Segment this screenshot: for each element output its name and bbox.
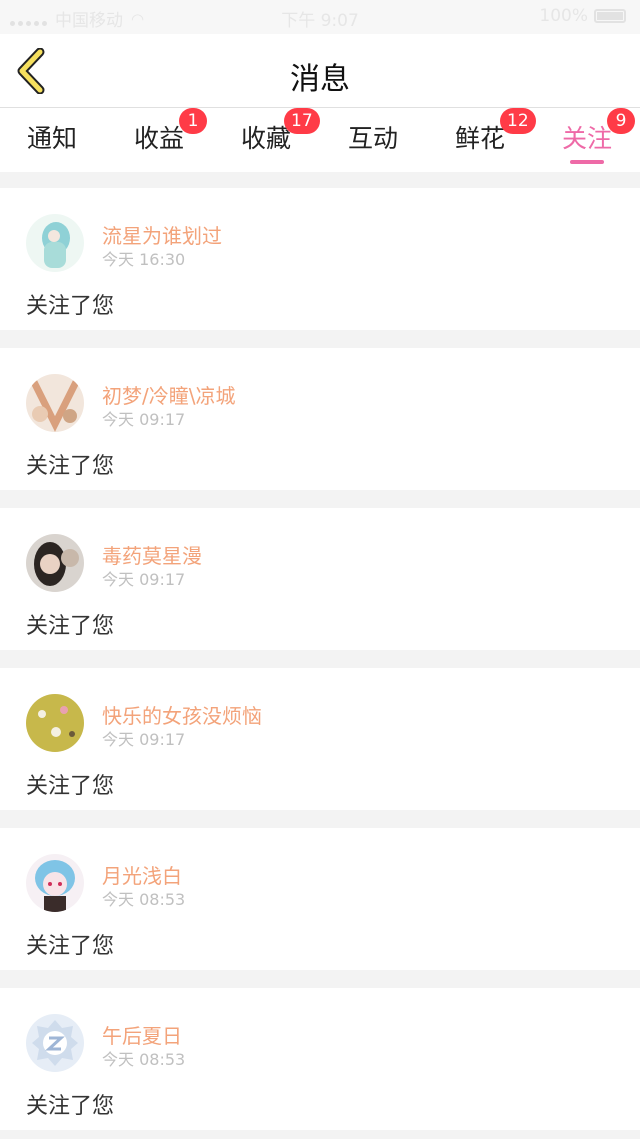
tab-favorites[interactable]: 收藏 17 xyxy=(216,108,320,166)
timestamp: 今天 09:17 xyxy=(102,730,186,749)
username[interactable]: 初梦/冷瞳\凉城 xyxy=(102,380,235,409)
tab-badge: 1 xyxy=(179,108,207,134)
timestamp: 今天 09:17 xyxy=(102,410,186,429)
tab-flowers[interactable]: 鲜花 12 xyxy=(430,108,536,166)
tab-badge: 12 xyxy=(500,108,536,134)
timestamp: 今天 16:30 xyxy=(102,250,186,269)
list-item[interactable]: 初梦/冷瞳\凉城 今天 09:17 关注了您 xyxy=(0,348,640,490)
list-item[interactable]: 月光浅白 今天 08:53 关注了您 xyxy=(0,828,640,970)
tab-label: 关注 xyxy=(561,124,612,153)
tab-label: 通知 xyxy=(26,124,77,153)
tab-label: 互动 xyxy=(347,124,398,153)
tab-label: 收益 xyxy=(133,124,184,153)
avatar[interactable] xyxy=(26,374,84,432)
page-title: 消息 xyxy=(290,62,350,97)
action-text: 关注了您 xyxy=(26,774,115,799)
timestamp: 今天 08:53 xyxy=(102,1050,186,1069)
avatar[interactable] xyxy=(26,214,84,272)
username[interactable]: 快乐的女孩没烦恼 xyxy=(102,700,262,729)
avatar[interactable] xyxy=(26,694,84,752)
tab-earnings[interactable]: 收益 1 xyxy=(109,108,209,166)
tab-label: 鲜花 xyxy=(454,124,505,153)
action-text: 关注了您 xyxy=(26,934,115,959)
tab-notifications[interactable]: 通知 xyxy=(2,116,102,166)
list-item[interactable]: 流星为谁划过 今天 16:30 关注了您 xyxy=(0,188,640,330)
timestamp: 今天 09:17 xyxy=(102,570,186,589)
tab-following[interactable]: 关注 9 xyxy=(537,108,637,166)
tab-badge: 9 xyxy=(607,108,635,134)
avatar[interactable] xyxy=(26,534,84,592)
list-item[interactable]: 午后夏日 今天 08:53 关注了您 xyxy=(0,988,640,1130)
list-item[interactable]: 快乐的女孩没烦恼 今天 09:17 关注了您 xyxy=(0,668,640,810)
action-text: 关注了您 xyxy=(26,294,115,319)
status-right: 100% xyxy=(539,6,626,26)
battery-percent: 100% xyxy=(539,6,588,26)
action-text: 关注了您 xyxy=(26,454,115,479)
avatar[interactable] xyxy=(26,854,84,912)
username[interactable]: 月光浅白 xyxy=(102,860,182,889)
status-bar: 中国移动 ◠ 下午 9:07 100% xyxy=(0,0,640,34)
active-tab-indicator xyxy=(570,160,604,164)
action-text: 关注了您 xyxy=(26,1094,115,1119)
timestamp: 今天 08:53 xyxy=(102,890,186,909)
tab-interactions[interactable]: 互动 xyxy=(323,116,423,166)
navigation-bar: 消息 xyxy=(0,34,640,108)
battery-icon xyxy=(594,9,626,23)
list-item[interactable]: 毒药莫星漫 今天 09:17 关注了您 xyxy=(0,508,640,650)
username[interactable]: 午后夏日 xyxy=(102,1020,182,1049)
action-text: 关注了您 xyxy=(26,614,115,639)
username[interactable]: 流星为谁划过 xyxy=(102,220,222,249)
username[interactable]: 毒药莫星漫 xyxy=(102,540,202,569)
tab-bar: 通知 收益 1 收藏 17 互动 鲜花 12 关注 9 xyxy=(0,108,640,172)
tab-badge: 17 xyxy=(284,108,320,134)
avatar[interactable] xyxy=(26,1014,84,1072)
